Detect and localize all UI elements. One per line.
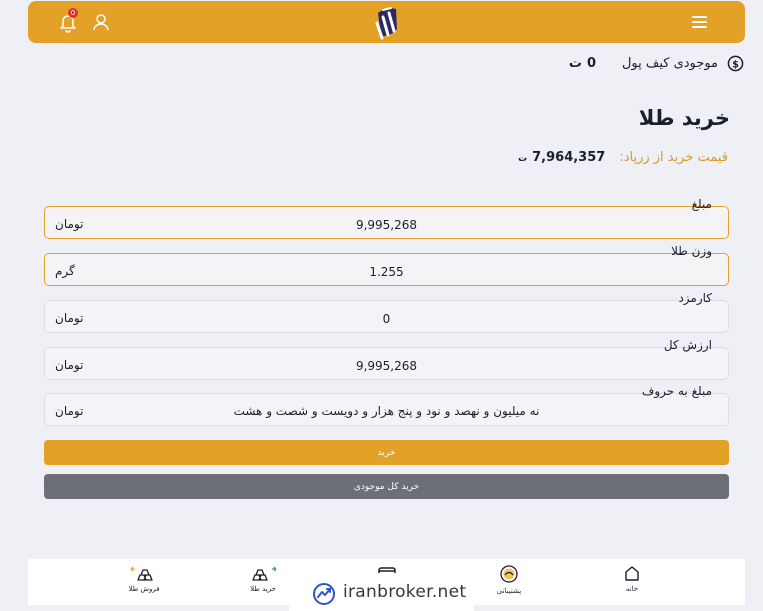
price-unit: ت bbox=[518, 154, 528, 164]
profile-button[interactable] bbox=[90, 11, 112, 33]
notifications-button[interactable]: 0 bbox=[57, 8, 79, 33]
nav-item-sell-gold[interactable]: فروش طلا bbox=[104, 565, 184, 593]
chart-growth-icon bbox=[313, 583, 335, 605]
dollar-circle-icon: $ bbox=[727, 55, 744, 71]
gold-bars-sell-icon bbox=[130, 566, 153, 581]
amount-field[interactable]: مبلغ 9,995,268 تومان bbox=[44, 197, 729, 239]
brand-logo[interactable] bbox=[368, 3, 406, 41]
logo-icon bbox=[375, 7, 397, 40]
top-header: 0 bbox=[28, 1, 745, 43]
amount-in-words-unit: تومان bbox=[55, 404, 84, 418]
total-value-value: 9,995,268 bbox=[355, 359, 418, 373]
nav-label-home: خانه bbox=[625, 585, 639, 593]
gold-weight-unit: گرم bbox=[55, 264, 75, 278]
gold-weight-label: وزن طلا bbox=[671, 244, 712, 258]
page: 0 $ موجودی کیف پول 0 ت خرید طلا قیمت خری… bbox=[0, 0, 763, 611]
wallet-unit: ت bbox=[568, 55, 582, 71]
gold-bars-buy-icon bbox=[252, 566, 277, 581]
buy-button[interactable]: خرید bbox=[44, 440, 729, 465]
home-icon bbox=[625, 566, 639, 581]
nav-item-support[interactable]: پشتیبانی bbox=[469, 565, 549, 595]
menu-button[interactable] bbox=[689, 11, 711, 33]
wallet-label: موجودی کیف پول bbox=[621, 55, 718, 71]
buy-all-balance-button[interactable]: خرید کل موجودی bbox=[44, 474, 729, 499]
notification-badge: 0 bbox=[68, 8, 78, 18]
fee-label: کارمزد bbox=[678, 291, 712, 305]
amount-unit: تومان bbox=[55, 217, 84, 231]
support-icon bbox=[500, 565, 518, 583]
user-icon bbox=[93, 14, 109, 31]
total-value-field: ارزش کل 9,995,268 تومان bbox=[44, 338, 729, 380]
price-value: 7,964,357 bbox=[532, 150, 606, 165]
amount-value[interactable]: 9,995,268 bbox=[45, 218, 728, 232]
nav-label-sell-gold: فروش طلا bbox=[128, 585, 160, 593]
watermark-text: iranbroker.net bbox=[343, 582, 467, 602]
watermark: iranbroker.net bbox=[289, 573, 474, 611]
total-value-label: ارزش کل bbox=[663, 338, 712, 352]
fee-field: کارمزد 0 تومان bbox=[44, 291, 729, 333]
nav-label-support: پشتیبانی bbox=[496, 587, 522, 595]
svg-text:$: $ bbox=[732, 59, 739, 70]
menu-icon bbox=[689, 11, 711, 33]
amount-in-words-value: نه میلیون و نهصد و نود و پنج هزار و دویس… bbox=[233, 404, 540, 418]
fee-unit: تومان bbox=[55, 311, 84, 325]
fee-value: 0 bbox=[382, 312, 391, 326]
gold-weight-field[interactable]: وزن طلا 1.255 گرم bbox=[44, 244, 729, 286]
gold-weight-value[interactable]: 1.255 bbox=[45, 265, 728, 279]
total-value-unit: تومان bbox=[55, 358, 84, 372]
page-title: خرید طلا bbox=[638, 106, 730, 130]
amount-label: مبلغ bbox=[691, 197, 712, 211]
gold-price: قیمت خرید از زرپاد: 7,964,357 ت bbox=[518, 150, 728, 165]
price-label: قیمت خرید از زرپاد: bbox=[619, 150, 728, 165]
wallet-balance: $ موجودی کیف پول 0 ت bbox=[569, 53, 744, 73]
wallet-amount: 0 bbox=[586, 55, 596, 71]
nav-item-home[interactable]: خانه bbox=[592, 565, 672, 593]
amount-in-words-label: مبلغ به حروف bbox=[641, 384, 712, 398]
amount-in-words-field: مبلغ به حروف نه میلیون و نهصد و نود و پن… bbox=[44, 384, 729, 426]
